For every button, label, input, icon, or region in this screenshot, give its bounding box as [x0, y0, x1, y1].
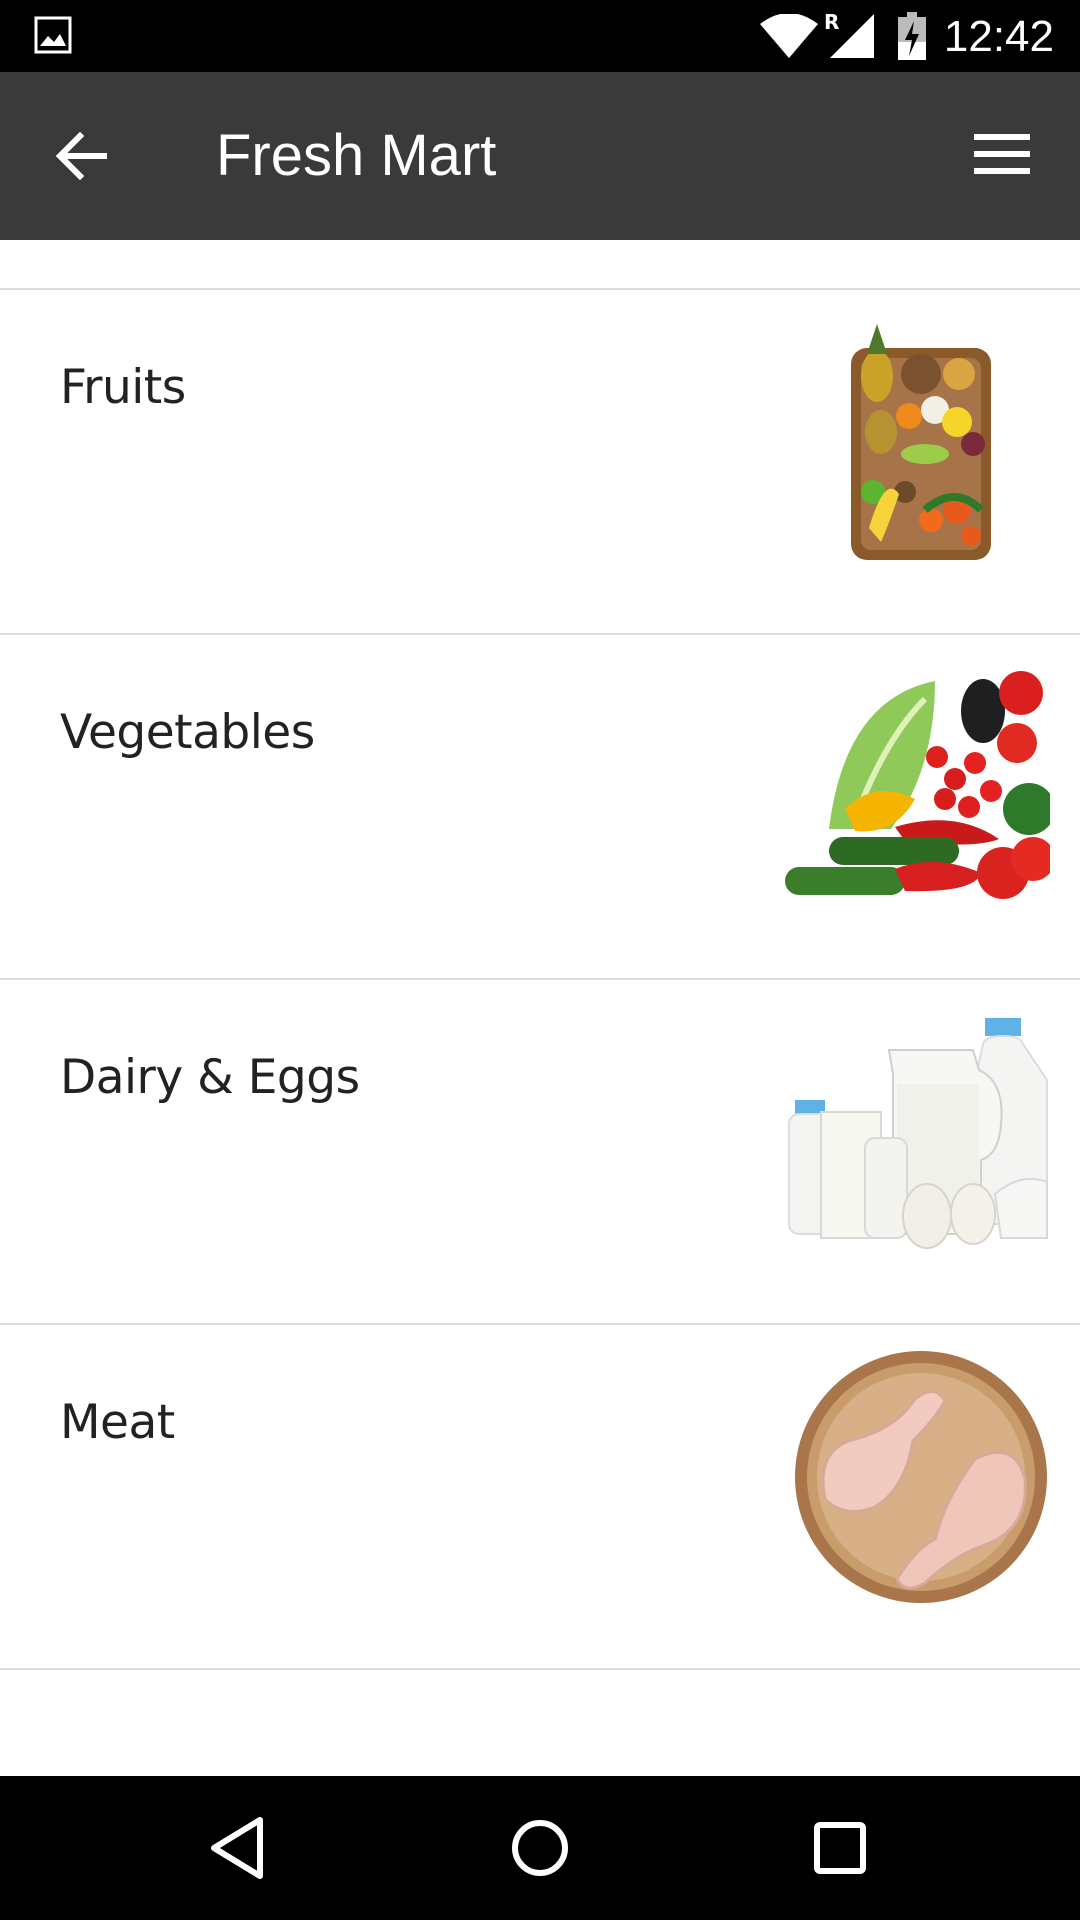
battery-charging-icon — [898, 12, 926, 64]
category-label: Fruits — [60, 360, 186, 415]
nav-recents-icon[interactable] — [812, 1816, 868, 1884]
category-row-fruits[interactable]: Fruits — [0, 290, 1080, 635]
category-label: Vegetables — [60, 705, 315, 760]
wifi-icon — [760, 13, 818, 62]
category-list: Fruits Vegetables Dairy & Eggs Meat — [0, 240, 1080, 1670]
app-title: Fresh Mart — [216, 123, 497, 188]
status-bar: R 12:42 — [0, 0, 1080, 72]
fruit-basket-image — [851, 324, 991, 560]
category-row-vegetables[interactable]: Vegetables — [0, 635, 1080, 980]
status-clock: 12:42 — [943, 12, 1054, 61]
category-label: Dairy & Eggs — [60, 1050, 360, 1105]
signal-icon — [830, 14, 874, 62]
app-bar: Fresh Mart — [0, 72, 1080, 240]
chicken-legs-on-board-image — [795, 1351, 1047, 1603]
milk-and-eggs-image — [788, 1018, 1048, 1249]
hamburger-menu-icon[interactable] — [974, 134, 1030, 178]
system-nav-bar — [0, 1776, 1080, 1920]
category-row-dairy-eggs[interactable]: Dairy & Eggs — [0, 980, 1080, 1325]
category-row-meat[interactable]: Meat — [0, 1325, 1080, 1670]
arrow-left-icon[interactable] — [55, 130, 108, 186]
nav-back-icon[interactable] — [210, 1816, 266, 1884]
vegetables-pile-image — [785, 671, 1050, 899]
gallery-icon — [34, 16, 72, 58]
nav-home-icon[interactable] — [510, 1816, 570, 1884]
list-top-spacer — [0, 240, 1080, 290]
category-label: Meat — [60, 1395, 175, 1450]
